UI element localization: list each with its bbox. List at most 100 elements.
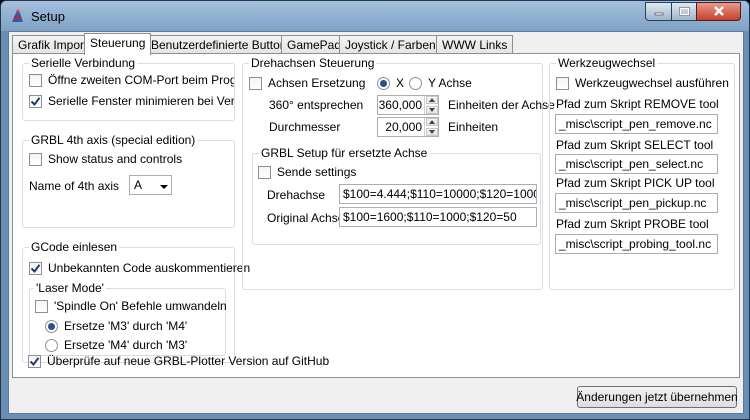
window-title: Setup bbox=[31, 9, 65, 24]
plotter-icon[interactable] bbox=[10, 8, 25, 24]
checkbox-label: Überprüfe auf neue GRBL-Plotter Version … bbox=[47, 354, 330, 368]
probe-script-label: Pfad zum Skript PROBE tool bbox=[556, 217, 709, 231]
checkbox-box bbox=[28, 354, 41, 368]
group-title: GRBL 4th axis (special edition) bbox=[29, 133, 198, 147]
radio-circle bbox=[45, 338, 58, 352]
minimize-windows-checkbox[interactable]: Serielle Fenster minimieren bei Verbindu… bbox=[29, 94, 234, 108]
checkbox-box bbox=[249, 76, 262, 90]
axis-replacement-checkbox[interactable]: Achsen Ersetzung bbox=[249, 76, 365, 90]
minimize-button[interactable] bbox=[645, 2, 672, 21]
original-axis-label: Original Achse bbox=[267, 211, 345, 225]
stepper-value: 20,000 bbox=[385, 120, 422, 134]
axis-x-radio[interactable]: X bbox=[377, 76, 404, 90]
radio-circle bbox=[409, 76, 422, 90]
replace-m4-with-m3-radio[interactable]: Ersetze 'M4' durch 'M3' bbox=[45, 338, 187, 352]
apply-changes-button[interactable]: Änderungen jetzt übernehmen bbox=[576, 386, 738, 408]
diameter-unit-label: Einheiten bbox=[448, 120, 499, 134]
checkbox-box bbox=[29, 94, 42, 108]
remove-script-path-input[interactable]: _misc\script_pen_remove.nc bbox=[555, 114, 718, 134]
checkbox-box bbox=[35, 299, 48, 313]
send-settings-checkbox[interactable]: Sende settings bbox=[258, 165, 356, 179]
checkbox-label: Unbekannten Code auskommentieren bbox=[48, 261, 251, 275]
radio-label: Ersetze 'M4' durch 'M3' bbox=[64, 338, 188, 352]
axis-y-radio[interactable]: Y Achse bbox=[409, 76, 472, 90]
select-script-path-input[interactable]: _misc\script_pen_select.nc bbox=[555, 154, 718, 174]
rotary-axis-settings-input[interactable]: $100=4.444;$110=10000;$120=1000 bbox=[339, 184, 537, 204]
radio-label: Ersetze 'M3' durch 'M4' bbox=[64, 319, 188, 333]
checkbox-box bbox=[556, 76, 569, 90]
grbl-4th-axis-group: GRBL 4th axis (special edition) Show sta… bbox=[22, 133, 235, 228]
deg360-label: 360° entsprechen bbox=[269, 98, 364, 112]
serial-connection-group: Serielle Verbindung Öffne zweiten COM-Po… bbox=[22, 56, 235, 121]
tab-grafik-import[interactable]: Grafik Import bbox=[12, 35, 94, 54]
tab-steuerung[interactable]: Steuerung bbox=[84, 33, 152, 55]
probe-script-path-input[interactable]: _misc\script_probing_tool.nc bbox=[555, 234, 718, 254]
deg360-stepper[interactable]: 360,000 bbox=[377, 95, 439, 115]
chevron-down-icon bbox=[160, 180, 168, 194]
checkbox-label: Werkzeugwechsel ausführen bbox=[575, 76, 729, 90]
dropdown-value: A bbox=[134, 178, 143, 192]
radio-label: X bbox=[396, 76, 405, 90]
checkbox-label: Serielle Fenster minimieren bei Verbindu… bbox=[48, 94, 234, 108]
close-button[interactable] bbox=[696, 2, 741, 21]
checkbox-box bbox=[29, 152, 42, 166]
checkbox-box bbox=[29, 73, 42, 87]
tool-change-execute-checkbox[interactable]: Werkzeugwechsel ausführen bbox=[556, 76, 729, 90]
diameter-stepper[interactable]: 20,000 bbox=[377, 117, 439, 137]
checkmark-icon bbox=[30, 263, 41, 273]
setup-window: Setup Grafik Import Steuerung Benutzerde… bbox=[0, 0, 750, 420]
radio-label: Y Achse bbox=[428, 76, 472, 90]
checkmark-icon bbox=[29, 356, 40, 366]
stepper-down-icon[interactable] bbox=[426, 106, 438, 114]
diameter-label: Durchmesser bbox=[269, 120, 341, 134]
radio-circle bbox=[377, 76, 390, 90]
radio-circle bbox=[45, 319, 58, 333]
checkbox-label: Öffne zweiten COM-Port beim Prog.-Start bbox=[48, 73, 234, 87]
checkbox-label: 'Spindle On' Befehle umwandeln bbox=[54, 299, 227, 313]
checkbox-box bbox=[258, 165, 271, 179]
minimize-icon bbox=[654, 5, 664, 19]
checkbox-label: Show status and controls bbox=[48, 152, 183, 166]
tab-www-links[interactable]: WWW Links bbox=[436, 35, 514, 54]
fourth-axis-name-dropdown[interactable]: A bbox=[129, 175, 172, 195]
deg360-unit-label: Einheiten der Achse bbox=[448, 98, 555, 112]
dialog-client-area: Grafik Import Steuerung Benutzerdefinier… bbox=[8, 31, 744, 414]
tab-panel-steuerung: Serielle Verbindung Öffne zweiten COM-Po… bbox=[12, 53, 740, 378]
rotary-axis-control-group: Drehachsen Steuerung Achsen Ersetzung X … bbox=[242, 56, 555, 290]
rotary-axis-label: Drehachse bbox=[267, 188, 326, 202]
tab-gamepad[interactable]: GamePad bbox=[281, 35, 348, 54]
select-script-label: Pfad zum Skript SELECT tool bbox=[556, 138, 714, 152]
maximize-button[interactable] bbox=[671, 2, 697, 21]
checkmark-icon bbox=[30, 96, 41, 106]
tool-change-group: Werkzeugwechsel Werkzeugwechsel ausführe… bbox=[549, 56, 735, 290]
stepper-down-icon[interactable] bbox=[426, 128, 438, 136]
checkbox-label: Achsen Ersetzung bbox=[268, 76, 366, 90]
close-icon bbox=[713, 5, 725, 19]
maximize-icon bbox=[678, 5, 690, 19]
stepper-up-icon[interactable] bbox=[426, 118, 438, 126]
stepper-up-icon[interactable] bbox=[426, 96, 438, 104]
group-title: GCode einlesen bbox=[29, 240, 120, 254]
original-axis-settings-input[interactable]: $100=1600;$110=1000;$120=50 bbox=[339, 207, 537, 227]
grbl-setup-group: GRBL Setup für ersetzte Achse Sende sett… bbox=[252, 146, 541, 245]
comment-unknown-code-checkbox[interactable]: Unbekannten Code auskommentieren bbox=[29, 261, 250, 275]
pickup-script-label: Pfad zum Skript PICK UP tool bbox=[556, 176, 715, 190]
remove-script-label: Pfad zum Skript REMOVE tool bbox=[556, 97, 719, 111]
pickup-script-path-input[interactable]: _misc\script_pen_pickup.nc bbox=[555, 193, 718, 213]
group-title: 'Laser Mode' bbox=[34, 281, 106, 295]
fourth-axis-name-label: Name of 4th axis bbox=[29, 179, 120, 193]
group-title: GRBL Setup für ersetzte Achse bbox=[259, 146, 430, 160]
laser-mode-group: 'Laser Mode' 'Spindle On' Befehle umwand… bbox=[29, 281, 227, 356]
group-title: Drehachsen Steuerung bbox=[249, 56, 377, 70]
check-updates-checkbox[interactable]: Überprüfe auf neue GRBL-Plotter Version … bbox=[28, 354, 329, 368]
title-bar[interactable]: Setup bbox=[1, 1, 749, 31]
open-second-port-checkbox[interactable]: Öffne zweiten COM-Port beim Prog.-Start bbox=[29, 73, 234, 87]
show-status-checkbox[interactable]: Show status and controls bbox=[29, 152, 182, 166]
stepper-value: 360,000 bbox=[378, 98, 422, 112]
spindle-on-convert-checkbox[interactable]: 'Spindle On' Befehle umwandeln bbox=[35, 299, 227, 313]
replace-m3-with-m4-radio[interactable]: Ersetze 'M3' durch 'M4' bbox=[45, 319, 187, 333]
tab-joystick-farben[interactable]: Joystick / Farben bbox=[339, 35, 442, 54]
tab-benutzerdefinierte-buttons[interactable]: Benutzerdefinierte Buttons bbox=[145, 35, 299, 54]
checkbox-label: Sende settings bbox=[277, 165, 357, 179]
gcode-import-group: GCode einlesen Unbekannten Code auskomme… bbox=[22, 240, 250, 363]
